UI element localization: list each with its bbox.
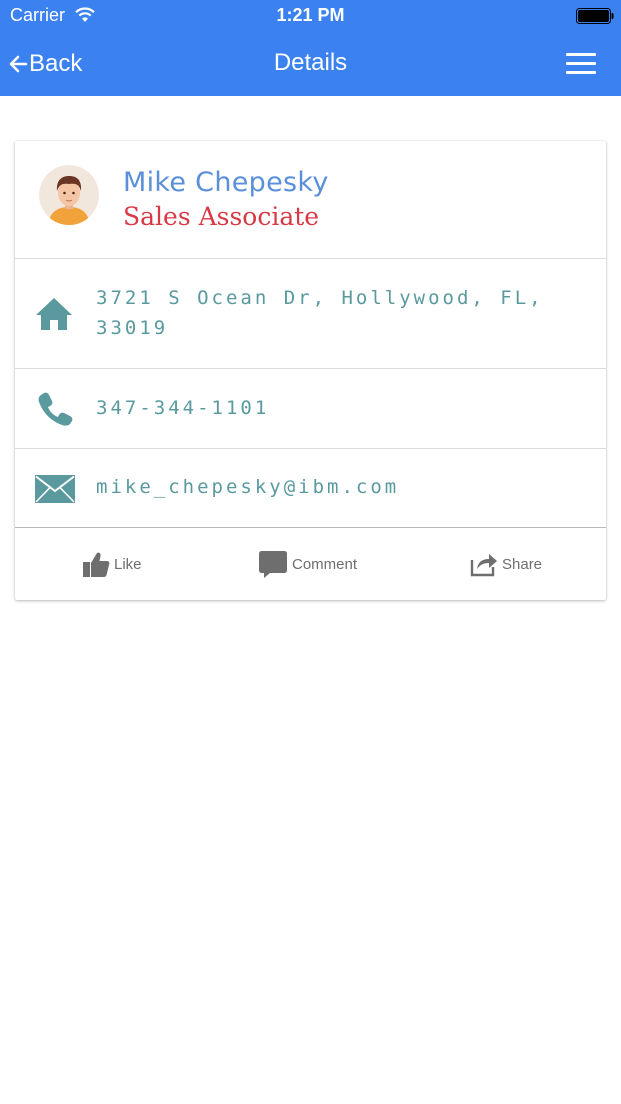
status-time: 1:21 PM	[276, 5, 345, 25]
hamburger-menu-icon[interactable]	[564, 50, 598, 78]
page-title: Details	[273, 49, 348, 76]
mail-icon	[35, 475, 75, 503]
contact-header: Mike Chepesky Sales Associate	[15, 141, 606, 259]
thumbs-up-icon	[83, 552, 110, 577]
phone-row[interactable]: 347-344-1101	[15, 369, 606, 449]
share-icon	[470, 554, 497, 577]
like-label: Like	[114, 555, 142, 573]
phone-number: 347-344-1101	[96, 397, 270, 419]
status-bar: Carrier 1:21 PM	[0, 0, 621, 32]
comment-label: Comment	[292, 555, 358, 573]
address-text: 3721 S Ocean Dr, Hollywood, FL, 33019	[96, 287, 544, 339]
share-label: Share	[502, 555, 543, 573]
phone-icon	[38, 392, 73, 426]
navigation-bar: Back Details	[0, 32, 621, 96]
avatar	[39, 165, 99, 225]
contact-name: Mike Chepesky	[123, 167, 329, 198]
contact-job-title: Sales Associate	[123, 202, 320, 231]
action-bar: Like Comment Share	[15, 528, 606, 600]
email-row[interactable]: mike_chepesky@ibm.com	[15, 449, 606, 528]
home-icon	[36, 298, 72, 330]
comment-bubble-icon	[259, 551, 287, 578]
battery-icon	[576, 8, 614, 24]
share-button[interactable]: Share	[470, 548, 542, 580]
app-header: Carrier 1:21 PM Back Details	[0, 0, 621, 96]
address-row[interactable]: 3721 S Ocean Dr, Hollywood, FL, 33019	[15, 259, 606, 369]
contact-card: Mike Chepesky Sales Associate 3721 S Oce…	[15, 141, 606, 600]
like-button[interactable]: Like	[82, 548, 142, 580]
comment-button[interactable]: Comment	[258, 548, 357, 580]
email-address: mike_chepesky@ibm.com	[96, 476, 400, 498]
